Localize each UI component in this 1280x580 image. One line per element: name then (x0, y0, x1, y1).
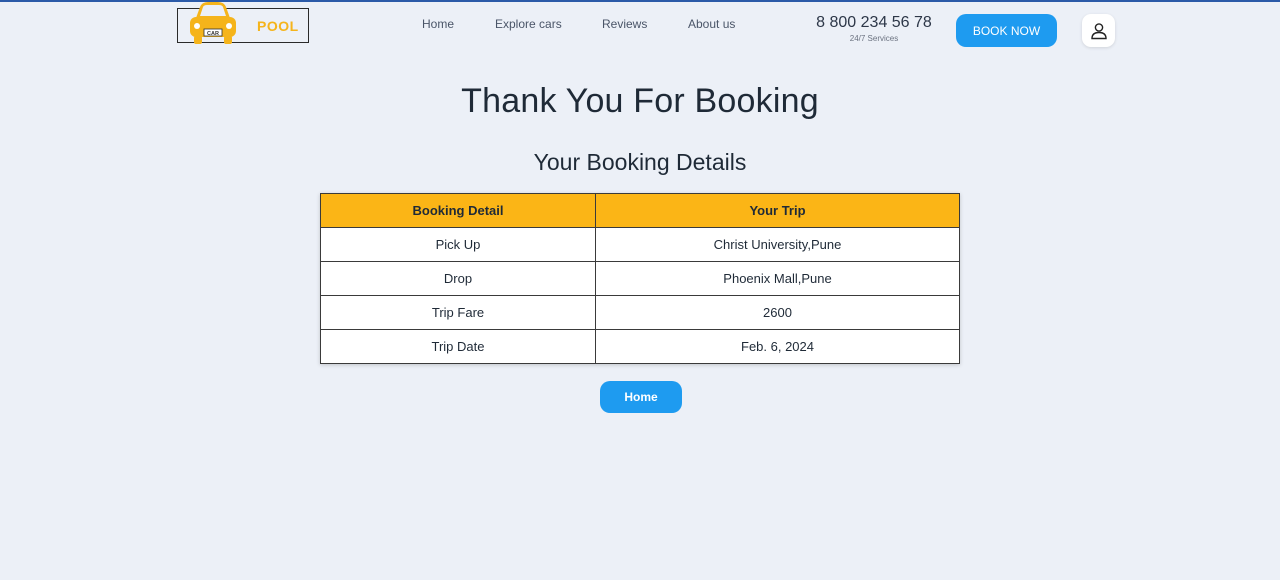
row-label: Drop (320, 261, 596, 296)
taxi-car-icon: CAR (190, 2, 236, 44)
row-value: 2600 (595, 295, 960, 330)
phone-subtitle: 24/7 Services (849, 34, 899, 43)
nav-about-us[interactable]: About us (688, 17, 735, 31)
logo-plate-text: CAR (207, 31, 219, 37)
nav-home[interactable]: Home (422, 17, 454, 31)
table-row: Trip Fare 2600 (320, 295, 960, 330)
logo-text: POOL (257, 18, 299, 34)
booking-details-heading: Your Booking Details (533, 149, 747, 175)
nav-explore-cars[interactable]: Explore cars (495, 17, 562, 31)
home-button[interactable]: Home (600, 381, 682, 413)
nav-reviews[interactable]: Reviews (602, 17, 647, 31)
booking-details-table: Booking Detail Your Trip Pick Up Christ … (320, 193, 960, 364)
row-value: Christ University,Pune (595, 227, 960, 262)
column-header-your-trip: Your Trip (595, 193, 960, 228)
table-row: Drop Phoenix Mall,Pune (320, 261, 960, 296)
row-value: Phoenix Mall,Pune (595, 261, 960, 296)
row-label: Trip Fare (320, 295, 596, 330)
row-label: Trip Date (320, 329, 596, 364)
brand-logo[interactable]: CAR POOL (177, 2, 309, 44)
user-account-button[interactable] (1082, 14, 1115, 47)
page-title: Thank You For Booking (461, 82, 819, 120)
user-icon (1090, 22, 1107, 39)
book-now-button[interactable]: BOOK NOW (956, 14, 1057, 47)
table-row: Trip Date Feb. 6, 2024 (320, 329, 960, 364)
row-value: Feb. 6, 2024 (595, 329, 960, 364)
phone-number[interactable]: 8 800 234 56 78 (814, 14, 934, 32)
column-header-booking-detail: Booking Detail (320, 193, 596, 228)
phone-contact: 8 800 234 56 78 24/7 Services (814, 14, 934, 43)
table-row: Pick Up Christ University,Pune (320, 227, 960, 262)
row-label: Pick Up (320, 227, 596, 262)
table-header-row: Booking Detail Your Trip (320, 193, 960, 228)
